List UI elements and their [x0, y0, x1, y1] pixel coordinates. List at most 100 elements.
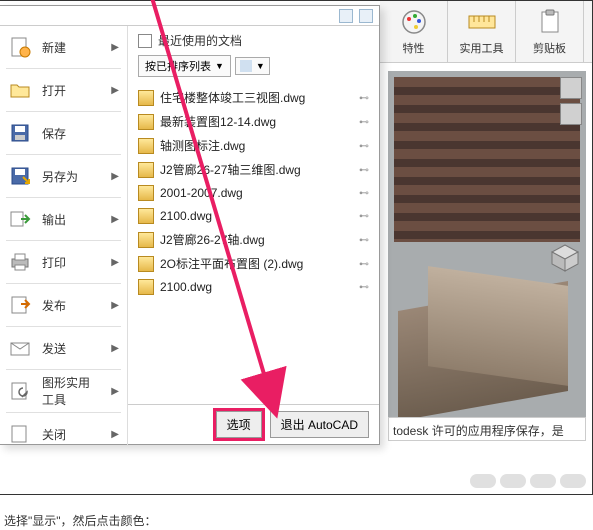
ribbon-tools[interactable]: 实用工具 [448, 1, 516, 62]
menu-export[interactable]: 输出 ▶ [0, 198, 127, 240]
palette-icon [400, 8, 428, 36]
dwg-icon [138, 114, 154, 130]
wrench-icon [8, 379, 32, 403]
viewcube-icon[interactable] [550, 243, 580, 273]
menu-toolbar [0, 6, 379, 26]
menu-new-label: 新建 [42, 39, 66, 56]
menu-save[interactable]: 保存 [0, 112, 127, 154]
menu-save-label: 保存 [42, 125, 66, 142]
menu-saveas[interactable]: 另存为 ▶ [0, 155, 127, 197]
dwg-icon [138, 162, 154, 178]
recent-file-list: 住宅楼整体竣工三视图.dwg⊷ 最新装置图12-14.dwg⊷ 轴测图标注.dw… [138, 87, 369, 297]
search-icon[interactable] [339, 9, 353, 23]
chevron-right-icon: ▶ [111, 42, 119, 53]
chevron-right-icon: ▶ [111, 214, 119, 225]
recent-file[interactable]: J2管廊26-27轴.dwg⊷ [138, 229, 369, 250]
clipboard-icon [536, 8, 564, 36]
recent-file[interactable]: 最新装置图12-14.dwg⊷ [138, 111, 369, 132]
recent-file[interactable]: 2O标注平面布置图 (2).dwg⊷ [138, 253, 369, 274]
new-doc-icon [8, 35, 32, 59]
chevron-down-icon: ▼ [256, 61, 265, 71]
recent-docs-panel: 最近使用的文档 按已排序列表 ▼ ▼ 住宅楼整体竣工三视图.dwg⊷ 最新装置图… [128, 26, 379, 406]
page-caption: 选择"显示"，然后点击颜色： [4, 512, 157, 529]
saveas-disk-icon [8, 164, 32, 188]
ribbon-clipboard[interactable]: 剪贴板 [516, 1, 584, 62]
ribbon-clipboard-label: 剪贴板 [533, 40, 566, 56]
pin-icon[interactable]: ⊷ [359, 165, 369, 175]
ribbon-props[interactable]: 特性 [380, 1, 448, 62]
chevron-right-icon: ▶ [111, 343, 119, 354]
app-menu: 新建 ▶ 打开 ▶ 保存 另存为 ▶ 输出 [0, 5, 380, 445]
building-elevation [394, 77, 580, 242]
pin-icon[interactable]: ⊷ [359, 117, 369, 127]
exit-button[interactable]: 退出 AutoCAD [270, 411, 369, 438]
menu-commands: 新建 ▶ 打开 ▶ 保存 另存为 ▶ 输出 [0, 26, 128, 446]
status-text: todesk 许可的应用程序保存，是 [388, 417, 586, 441]
dwg-icon [138, 232, 154, 248]
dwg-icon [138, 90, 154, 106]
dwg-icon [138, 208, 154, 224]
close-doc-icon [8, 422, 32, 446]
pin-icon[interactable]: ⊷ [359, 282, 369, 292]
menu-publish-label: 发布 [42, 297, 66, 314]
recent-file[interactable]: 轴测图标注.dwg⊷ [138, 135, 369, 156]
pin-icon[interactable]: ⊷ [359, 259, 369, 269]
pin-icon[interactable]: ⊷ [359, 211, 369, 221]
chevron-right-icon: ▶ [111, 429, 119, 440]
pin-icon[interactable]: ⊷ [359, 93, 369, 103]
drawing-viewport[interactable] [388, 71, 586, 431]
ribbon-tools-label: 实用工具 [460, 40, 504, 56]
chevron-right-icon: ▶ [111, 85, 119, 96]
recent-file[interactable]: 住宅楼整体竣工三视图.dwg⊷ [138, 87, 369, 108]
sort-label: 按已排序列表 [145, 58, 211, 74]
minimize-icon[interactable] [560, 77, 582, 99]
menu-util[interactable]: 图形实用工具 ▶ [0, 370, 127, 412]
ribbon-props-label: 特性 [403, 40, 425, 56]
menu-new[interactable]: 新建 ▶ [0, 26, 127, 68]
export-icon [8, 207, 32, 231]
pin-icon[interactable]: ⊷ [359, 188, 369, 198]
dwg-icon [138, 138, 154, 154]
recent-file[interactable]: 2100.dwg⊷ [138, 277, 369, 297]
ribbon: 特性 实用工具 剪贴板 [380, 1, 592, 63]
menu-send-label: 发送 [42, 340, 66, 357]
recent-file[interactable]: J2管廊26-27轴三维图.dwg⊷ [138, 159, 369, 180]
dwg-icon [138, 256, 154, 272]
pin-icon[interactable]: ⊷ [359, 141, 369, 151]
menu-close-label: 关闭 [42, 426, 66, 443]
menu-close[interactable]: 关闭 ▶ [0, 413, 127, 455]
recent-file[interactable]: 2100.dwg⊷ [138, 206, 369, 226]
ruler-icon [468, 8, 496, 36]
view-dropdown[interactable]: ▼ [235, 57, 270, 75]
pin-toggle-icon[interactable] [359, 9, 373, 23]
publish-icon [8, 293, 32, 317]
menu-util-label: 图形实用工具 [42, 374, 101, 408]
recent-file[interactable]: 2001-2007.dwg⊷ [138, 183, 369, 203]
menu-export-label: 输出 [42, 211, 66, 228]
decorative-blobs [470, 474, 586, 488]
chevron-right-icon: ▶ [111, 386, 119, 397]
building-iso [388, 266, 586, 431]
menu-saveas-label: 另存为 [42, 168, 78, 185]
menu-print-label: 打印 [42, 254, 66, 271]
save-disk-icon [8, 121, 32, 145]
send-mail-icon [8, 336, 32, 360]
chevron-right-icon: ▶ [111, 300, 119, 311]
menu-open[interactable]: 打开 ▶ [0, 69, 127, 111]
menu-print[interactable]: 打印 ▶ [0, 241, 127, 283]
grid-icon [240, 60, 252, 72]
viewport-tool-icon[interactable] [560, 103, 582, 125]
printer-icon [8, 250, 32, 274]
recent-doc-icon [138, 34, 152, 48]
dwg-icon [138, 279, 154, 295]
menu-publish[interactable]: 发布 ▶ [0, 284, 127, 326]
options-button[interactable]: 选项 [216, 411, 262, 438]
menu-open-label: 打开 [42, 82, 66, 99]
recent-title: 最近使用的文档 [158, 32, 242, 49]
menu-bottom-bar: 选项 退出 AutoCAD [128, 404, 379, 444]
sort-dropdown[interactable]: 按已排序列表 ▼ [138, 55, 231, 77]
pin-icon[interactable]: ⊷ [359, 235, 369, 245]
open-folder-icon [8, 78, 32, 102]
menu-send[interactable]: 发送 ▶ [0, 327, 127, 369]
chevron-right-icon: ▶ [111, 257, 119, 268]
